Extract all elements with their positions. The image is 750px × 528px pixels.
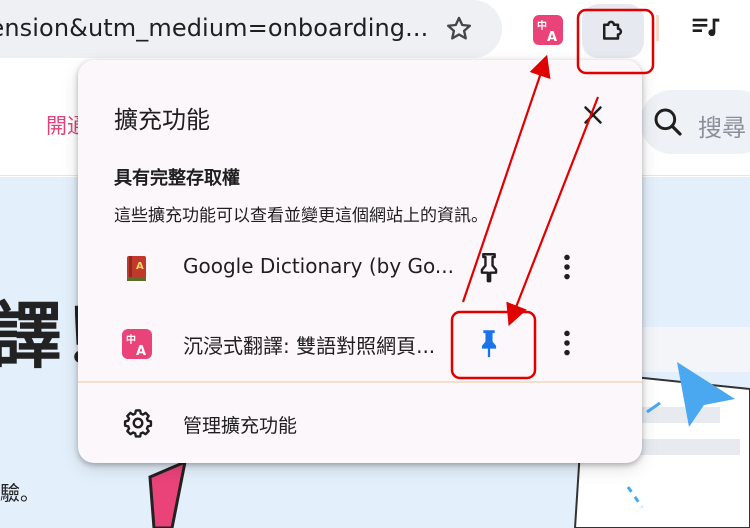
omnibox[interactable]: tension&utm_medium=onboarding... [0,0,502,58]
translate-extension-icon[interactable]: 中 A [533,15,563,45]
browser-toolbar: tension&utm_medium=onboarding... 中 A [0,0,750,62]
toolbar-separator [656,15,659,41]
more-options-icon[interactable] [552,325,582,361]
extensions-popup: 擴充功能 具有完整存取權 這些擴充功能可以查看並變更這個網站上的資訊。 A Go… [78,60,642,463]
extension-row[interactable]: 中 A 沉浸式翻譯: 雙語對照網頁... [78,308,642,378]
svg-text:中: 中 [126,333,136,346]
star-icon[interactable] [444,14,474,44]
pin-outline-icon[interactable] [472,249,506,285]
translate-zh-a-icon: 中 A [122,329,152,359]
popup-title: 擴充功能 [114,106,210,134]
extension-row[interactable]: A Google Dictionary (by Go... [78,232,642,302]
search-label: 搜尋 [698,114,746,142]
pin-filled-icon[interactable] [472,325,506,361]
svg-text:A: A [136,261,144,272]
extensions-button[interactable] [582,4,644,58]
hero-text: 驗。 [0,481,40,505]
manage-extensions-label: 管理擴充功能 [183,415,298,437]
svg-text:中: 中 [537,19,547,32]
manage-extensions-button[interactable]: 管理擴充功能 [78,390,642,456]
url-text[interactable]: tension&utm_medium=onboarding... [0,14,428,42]
section-description: 這些擴充功能可以查看並變更這個網站上的資訊。 [114,206,488,226]
section-title: 具有完整存取權 [114,168,240,189]
dictionary-book-icon: A [122,253,152,283]
svg-text:A: A [136,344,146,359]
divider [78,381,642,383]
more-options-icon[interactable] [552,249,582,285]
media-control-icon[interactable] [690,12,722,44]
search-box[interactable]: 搜尋 [640,90,750,154]
svg-text:A: A [547,30,557,45]
extension-name: Google Dictionary (by Go... [183,254,454,278]
extension-name: 沉浸式翻譯: 雙語對照網頁... [183,334,436,358]
puzzle-piece-icon [603,20,623,40]
close-icon[interactable] [578,100,608,130]
search-icon [654,108,682,136]
gear-icon [122,407,154,439]
